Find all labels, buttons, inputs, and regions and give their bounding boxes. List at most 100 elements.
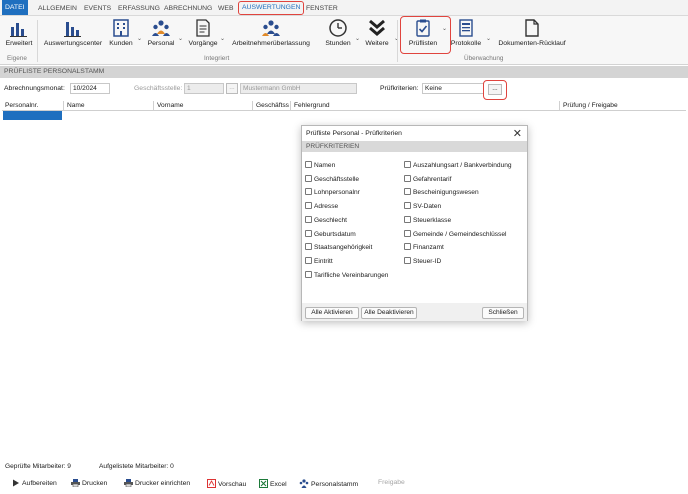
checkbox-icon[interactable] bbox=[305, 256, 312, 264]
criterion-checkbox[interactable]: Auszahlungsart / Bankverbindung bbox=[404, 161, 512, 170]
personalstamm-button[interactable]: Personalstamm bbox=[299, 479, 358, 488]
criterion-checkbox[interactable]: Steuer-ID bbox=[404, 256, 441, 266]
chevron-down-icon[interactable]: ⌄ bbox=[220, 35, 225, 42]
vorschau-button[interactable]: Vorschau bbox=[207, 479, 246, 488]
checkbox-icon[interactable] bbox=[305, 270, 312, 278]
checkbox-icon[interactable] bbox=[305, 161, 312, 168]
column-header-geschaeftsstelle[interactable]: Geschäftss bbox=[253, 101, 291, 111]
auswertungscenter-button[interactable]: Auswertungscenter bbox=[42, 18, 104, 52]
close-icon[interactable]: ✕ bbox=[513, 127, 522, 140]
checkbox-icon[interactable] bbox=[305, 174, 312, 182]
excel-button[interactable]: Excel bbox=[259, 479, 287, 488]
criterion-label: Geschlecht bbox=[314, 216, 347, 224]
alle-deaktivieren-button[interactable]: Alle Deaktivieren bbox=[361, 307, 417, 319]
criterion-checkbox[interactable]: Lohnpersonalnr bbox=[305, 188, 360, 197]
chevron-down-icon[interactable]: ⌄ bbox=[355, 35, 360, 42]
pruefkriterien-picker-button[interactable]: ... bbox=[488, 84, 502, 95]
geschaeftsstelle-field[interactable]: 1 bbox=[184, 83, 224, 94]
geschaeftsstelle-picker-button[interactable]: ... bbox=[226, 83, 238, 94]
checkbox-icon[interactable] bbox=[404, 174, 411, 182]
checkbox-icon[interactable] bbox=[404, 215, 411, 223]
criterion-checkbox[interactable]: Geschlecht bbox=[305, 215, 347, 225]
prueflisten-button[interactable]: Prüflisten ⌄ bbox=[405, 18, 447, 52]
chevron-down-icon[interactable]: ⌄ bbox=[486, 35, 491, 42]
checkbox-icon[interactable] bbox=[404, 256, 411, 264]
checkbox-icon[interactable] bbox=[404, 161, 411, 168]
criterion-checkbox[interactable]: Geburtsdatum bbox=[305, 229, 356, 239]
alle-aktivieren-button[interactable]: Alle Aktivieren bbox=[305, 307, 359, 319]
section-header: PRÜFLISTE PERSONALSTAMM bbox=[0, 66, 688, 78]
chevron-down-icon[interactable]: ⌄ bbox=[137, 35, 142, 42]
column-header-fehlergrund[interactable]: Fehlergrund bbox=[291, 101, 560, 111]
column-header-name[interactable]: Name bbox=[64, 101, 154, 111]
pruefkriterien-label: Prüfkriterien: bbox=[380, 85, 419, 92]
chevron-down-icon[interactable]: ⌄ bbox=[178, 35, 183, 42]
checkbox-icon[interactable] bbox=[305, 188, 312, 196]
checkbox-icon[interactable] bbox=[305, 215, 312, 223]
chevron-down-icon[interactable]: ⌄ bbox=[442, 25, 447, 32]
tab-auswertungen[interactable]: AUSWERTUNGEN bbox=[238, 1, 305, 15]
excel-label: Excel bbox=[270, 481, 287, 488]
weitere-button[interactable]: Weitere ⌄ bbox=[363, 18, 399, 52]
arbeitnehmerueberlassung-button[interactable]: Arbeitnehmerüberlassung bbox=[231, 18, 311, 52]
criterion-checkbox[interactable]: Finanzamt bbox=[404, 243, 444, 252]
stunden-button[interactable]: Stunden ⌄ bbox=[323, 18, 360, 52]
checkbox-icon[interactable] bbox=[305, 243, 312, 251]
tab-abrechnung[interactable]: ABRECHNUNG bbox=[161, 2, 215, 15]
group-label-ueberwachung: Überwachung bbox=[464, 55, 504, 62]
tab-web[interactable]: WEB bbox=[215, 2, 236, 15]
ribbon-separator bbox=[397, 20, 398, 62]
checkbox-icon[interactable] bbox=[305, 202, 312, 210]
criterion-checkbox[interactable]: Gemeinde / Gemeindeschlüssel bbox=[404, 229, 506, 239]
column-header-vorname[interactable]: Vorname bbox=[154, 101, 253, 111]
criterion-checkbox[interactable]: Staatsangehörigkeit bbox=[305, 243, 372, 252]
document-icon bbox=[525, 19, 539, 37]
checkbox-icon[interactable] bbox=[305, 229, 312, 237]
drucker-einrichten-button[interactable]: Drucker einrichten bbox=[124, 479, 190, 488]
ribbon-toolbar: Erweitert Auswertungscenter Kunden ⌄ Per… bbox=[0, 16, 688, 65]
checkbox-icon[interactable] bbox=[404, 229, 411, 237]
kunden-button[interactable]: Kunden ⌄ bbox=[106, 18, 142, 52]
clipboard-check-icon bbox=[416, 19, 430, 37]
pruefkriterien-field[interactable]: Keine bbox=[422, 83, 484, 94]
aufbereiten-button[interactable]: Aufbereiten bbox=[12, 479, 57, 487]
tab-datei[interactable]: DATEI bbox=[2, 0, 28, 15]
abrechnungsmonat-field[interactable]: 10/2024 bbox=[70, 83, 110, 94]
criterion-checkbox[interactable]: Tarifliche Vereinbarungen bbox=[305, 270, 389, 280]
dokumenten-ruecklauf-button[interactable]: Dokumenten-Rücklauf bbox=[494, 18, 570, 52]
column-header-pruefung-freigabe[interactable]: Prüfung / Freigabe bbox=[560, 101, 686, 111]
tab-events[interactable]: EVENTS bbox=[81, 2, 114, 15]
protokolle-button[interactable]: Protokolle ⌄ bbox=[449, 18, 491, 52]
play-icon bbox=[13, 479, 19, 487]
criterion-checkbox[interactable]: Geschäftsstelle bbox=[305, 174, 359, 184]
abrechnungsmonat-label: Abrechnungsmonat: bbox=[4, 85, 65, 92]
people-icon bbox=[152, 20, 170, 36]
criterion-checkbox[interactable]: Eintritt bbox=[305, 256, 333, 266]
schliessen-button[interactable]: Schließen bbox=[482, 307, 524, 319]
criterion-label: Tarifliche Vereinbarungen bbox=[314, 271, 389, 279]
criterion-checkbox[interactable]: SV-Daten bbox=[404, 202, 441, 211]
criterion-checkbox[interactable]: Adresse bbox=[305, 202, 338, 211]
building-icon bbox=[113, 19, 129, 37]
checkbox-icon[interactable] bbox=[404, 202, 411, 210]
personal-button[interactable]: Personal ⌄ bbox=[146, 18, 183, 52]
selected-row-indicator[interactable] bbox=[3, 111, 62, 120]
kunden-label: Kunden bbox=[109, 40, 133, 47]
criterion-checkbox[interactable]: Gefahrentarif bbox=[404, 174, 451, 184]
freigabe-button[interactable]: Freigabe bbox=[378, 479, 405, 486]
criterion-checkbox[interactable]: Steuerklasse bbox=[404, 215, 451, 225]
checkbox-icon[interactable] bbox=[404, 188, 411, 196]
tab-allgemein[interactable]: ALLGEMEIN bbox=[35, 2, 80, 15]
checkbox-icon[interactable] bbox=[404, 243, 411, 251]
criterion-checkbox[interactable]: Bescheinigungswesen bbox=[404, 188, 479, 197]
tab-erfassung[interactable]: ERFASSUNG bbox=[115, 2, 163, 15]
criterion-label: Auszahlungsart / Bankverbindung bbox=[413, 162, 512, 169]
criterion-checkbox[interactable]: Namen bbox=[305, 161, 335, 170]
erweitert-button[interactable]: Erweitert bbox=[4, 18, 34, 52]
tab-fenster[interactable]: FENSTER bbox=[303, 2, 341, 15]
aufgelistete-mitarbeiter-count: Aufgelistete Mitarbeiter: 0 bbox=[99, 463, 174, 470]
vorgaenge-button[interactable]: Vorgänge ⌄ bbox=[187, 18, 225, 52]
criterion-label: Lohnpersonalnr bbox=[314, 189, 360, 197]
column-header-personalnr[interactable]: Personalnr. bbox=[2, 101, 64, 111]
drucken-button[interactable]: Drucken bbox=[71, 479, 107, 488]
